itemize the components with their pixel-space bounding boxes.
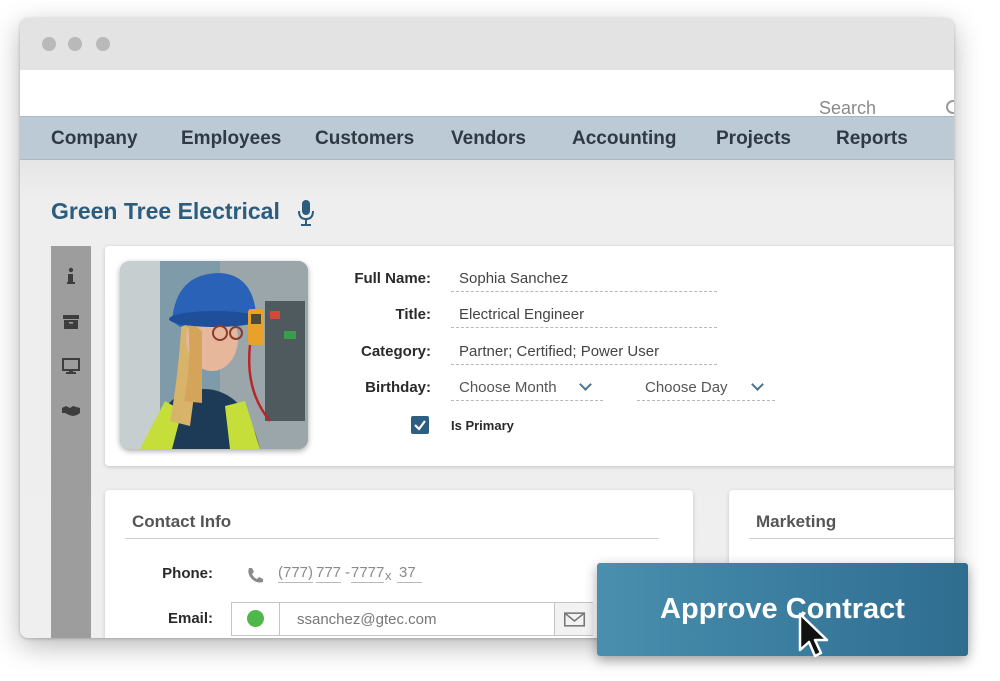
is-primary-checkbox[interactable] [411,416,429,434]
divider [749,538,954,539]
divider [125,538,659,539]
profile-card: Full Name: Sophia Sanchez Title: Electri… [105,246,954,466]
nav-item-employees[interactable]: Employees [181,128,281,150]
phone-area-code-field[interactable]: (777) [278,564,314,583]
phone-line-field[interactable]: 7777 [351,564,385,583]
archive-icon[interactable] [61,312,81,332]
maximize-window-button[interactable] [96,37,110,51]
status-dot [247,610,264,627]
email-input-group [231,602,594,636]
close-window-button[interactable] [42,37,56,51]
email-status-indicator [232,603,280,635]
monitor-icon[interactable] [61,356,81,376]
category-label: Category: [360,343,431,360]
phone-ext-field[interactable]: 37 [397,564,422,583]
nav-item-accounting[interactable]: Accounting [572,128,677,150]
search-bar-row [20,70,954,124]
is-primary-label: Is Primary [451,418,514,433]
mouse-cursor-icon [798,612,829,658]
full-name-field[interactable]: Sophia Sanchez [451,270,717,292]
phone-prefix-field[interactable]: 777 [316,564,342,583]
title-bar [20,18,954,70]
category-field[interactable]: Partner; Certified; Power User [451,343,717,365]
app-window: Company Employees Customers Vendors Acco… [20,18,954,638]
phone-ext-separator: x [385,568,392,583]
nav-item-reports[interactable]: Reports [836,128,908,150]
marketing-heading: Marketing [756,512,837,531]
title-field[interactable]: Electrical Engineer [451,306,717,328]
microphone-icon[interactable] [296,199,316,227]
search-icon[interactable] [946,100,954,114]
phone-dash: - [345,564,350,581]
minimize-window-button[interactable] [68,37,82,51]
nav-item-projects[interactable]: Projects [716,128,791,150]
profile-photo [120,261,308,449]
contact-info-heading: Contact Info [132,512,232,531]
handshake-icon[interactable] [61,400,81,420]
nav-item-vendors[interactable]: Vendors [451,128,526,150]
main-nav: Company Employees Customers Vendors Acco… [20,116,954,160]
nav-item-company[interactable]: Company [51,128,138,150]
title-label: Title: [395,306,431,323]
approve-contract-button[interactable]: Approve Contract [597,563,968,656]
phone-icon [248,568,263,583]
birthday-label: Birthday: [365,379,431,396]
info-icon[interactable] [61,266,81,286]
full-name-label: Full Name: [354,270,431,287]
nav-item-customers[interactable]: Customers [315,128,414,150]
email-label: Email: [167,610,213,627]
email-field[interactable] [280,603,556,635]
page-title: Green Tree Electrical [51,198,280,224]
envelope-icon[interactable] [554,603,594,635]
phone-label: Phone: [162,565,213,582]
